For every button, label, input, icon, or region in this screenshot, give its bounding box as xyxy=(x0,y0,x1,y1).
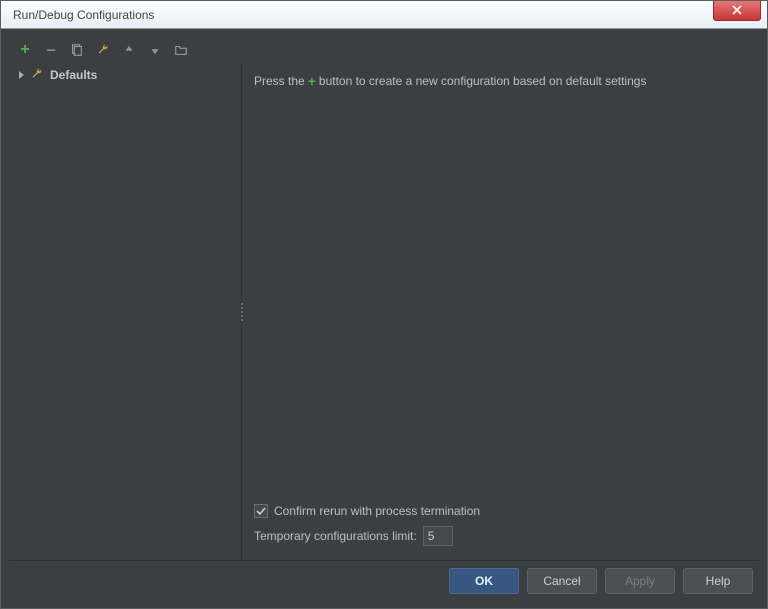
splitter-handle[interactable] xyxy=(239,303,245,321)
empty-hint: Press the + button to create a new confi… xyxy=(254,73,747,89)
add-config-button[interactable]: + xyxy=(17,42,33,58)
edit-defaults-button[interactable] xyxy=(95,42,111,58)
main-panel: Press the + button to create a new confi… xyxy=(242,63,759,560)
checkmark-icon xyxy=(256,506,266,516)
window-close-button[interactable] xyxy=(713,1,761,21)
folder-button[interactable] xyxy=(173,42,189,58)
expand-arrow-icon xyxy=(19,71,24,79)
copy-config-button[interactable] xyxy=(69,42,85,58)
move-down-button[interactable] xyxy=(147,42,163,58)
temp-limit-input[interactable] xyxy=(423,526,453,546)
window-titlebar: Run/Debug Configurations xyxy=(1,1,767,29)
wrench-icon xyxy=(30,67,44,84)
help-button[interactable]: Help xyxy=(683,568,753,594)
window-title: Run/Debug Configurations xyxy=(13,8,154,22)
tree-item-defaults[interactable]: Defaults xyxy=(9,65,241,85)
close-icon xyxy=(732,5,742,15)
temp-limit-label: Temporary configurations limit: xyxy=(254,529,417,543)
plus-icon: + xyxy=(308,73,316,89)
hint-prefix: Press the xyxy=(254,74,305,88)
hint-suffix: button to create a new configuration bas… xyxy=(319,74,647,88)
tree-item-label: Defaults xyxy=(50,68,97,82)
cancel-button[interactable]: Cancel xyxy=(527,568,597,594)
move-up-button[interactable] xyxy=(121,42,137,58)
apply-button[interactable]: Apply xyxy=(605,568,675,594)
remove-config-button[interactable]: − xyxy=(43,42,59,58)
ok-button[interactable]: OK xyxy=(449,568,519,594)
dialog-button-bar: OK Cancel Apply Help xyxy=(9,560,759,600)
confirm-rerun-checkbox[interactable] xyxy=(254,504,268,518)
config-tree-sidebar: Defaults xyxy=(9,63,242,560)
config-toolbar: + − xyxy=(9,37,759,63)
confirm-rerun-label: Confirm rerun with process termination xyxy=(274,504,480,518)
